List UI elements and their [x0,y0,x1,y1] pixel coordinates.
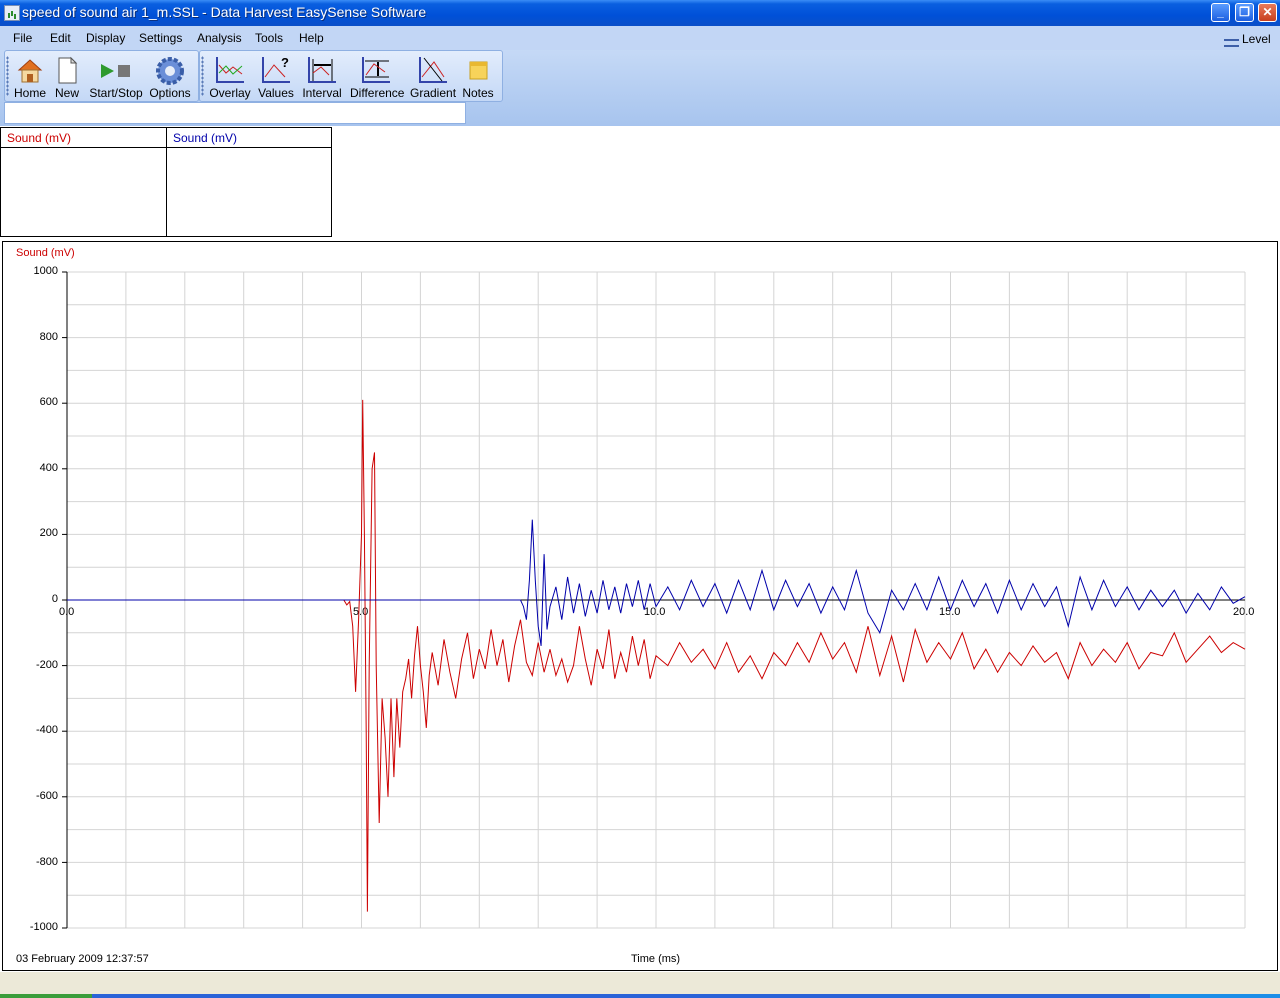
start-stop-icon [101,64,130,78]
home-button[interactable]: Home [11,52,49,100]
menu-edit[interactable]: Edit [50,31,71,45]
menu-help[interactable]: Help [299,31,324,45]
gradient-label: Gradient [410,86,457,100]
options-button[interactable]: Options [149,52,191,100]
close-icon: ✕ [1262,5,1273,19]
meter-label: Sound (mV) [7,131,72,145]
home-label: Home [13,86,46,100]
y-tick-label: -200 [35,659,58,671]
meter-header: Sound (mV) [1,128,166,148]
notes-label: Notes [462,86,494,100]
gear-icon [156,57,184,85]
new-button[interactable]: New [52,52,82,100]
values-label: Values [258,86,294,100]
start-stop-button[interactable]: Start/Stop [88,52,144,100]
overlay-label: Overlay [209,86,251,100]
toolstrip-grip[interactable] [6,56,9,96]
home-icon [17,59,43,83]
start-stop-label: Start/Stop [89,86,143,100]
overlay-icon [216,57,244,83]
y-tick-label: -400 [35,724,58,736]
svg-text:?: ? [281,55,289,70]
meter-label: Sound (mV) [173,131,238,145]
notes-button[interactable]: Notes [461,52,495,100]
y-tick-label: -1000 [29,921,58,933]
minimize-icon: _ [1217,5,1224,19]
values-button[interactable]: ? Values [257,52,295,100]
y-tick-label: 0 [51,593,58,605]
address-bar[interactable] [4,102,466,124]
menu-analysis[interactable]: Analysis [197,31,242,45]
menu-tools[interactable]: Tools [255,31,283,45]
difference-button[interactable]: Difference [350,52,405,100]
x-tick-label: 5.0 [353,606,369,618]
interval-label: Interval [302,86,342,100]
menu-display[interactable]: Display [86,31,125,45]
app-icon [4,5,20,21]
gradient-button[interactable]: Gradient [410,52,456,100]
menu-file[interactable]: File [13,31,32,45]
meter-header: Sound (mV) [167,128,331,148]
window-title: speed of sound air 1_m.SSL - Data Harves… [22,4,427,20]
title-bar: speed of sound air 1_m.SSL - Data Harves… [0,0,1280,26]
level-grip-icon[interactable] [1224,39,1239,47]
graph-panel[interactable] [2,241,1278,971]
gradient-icon [419,57,447,83]
taskbar-edge [0,994,1280,998]
x-tick-label: 15.0 [939,606,961,618]
difference-label: Difference [350,86,405,100]
values-icon: ? [262,55,290,83]
meter-sound-1: Sound (mV) [0,127,167,237]
y-tick-label: 600 [39,396,58,408]
y-tick-label: 1000 [33,265,58,277]
y-tick-label: 800 [39,331,58,343]
meter-sound-2: Sound (mV) [166,127,332,237]
y-tick-label: 400 [39,462,58,474]
x-tick-label: 20.0 [1233,606,1255,618]
interval-icon [308,57,336,83]
restore-icon: ❐ [1239,5,1250,19]
menu-settings[interactable]: Settings [139,31,182,45]
new-document-icon [58,56,78,84]
x-tick-label: 10.0 [644,606,666,618]
interval-button[interactable]: Interval [300,52,344,100]
restore-button[interactable]: ❐ [1235,3,1254,22]
overlay-button[interactable]: Overlay [209,52,251,100]
new-label: New [54,86,79,100]
minimize-button[interactable]: _ [1211,3,1230,22]
notes-icon [469,61,488,80]
y-tick-label: -800 [35,856,58,868]
y-tick-label: -600 [35,790,58,802]
toolstrip-grip[interactable] [201,56,204,96]
timestamp: 03 February 2009 12:37:57 [16,953,149,965]
level-label[interactable]: Level [1242,32,1271,46]
menu-bar: File Edit Display Settings Analysis Tool… [0,26,1280,50]
y-tick-label: 200 [39,527,58,539]
options-label: Options [149,86,191,100]
x-axis-title: Time (ms) [631,953,681,965]
difference-icon [362,57,390,83]
y-axis-title: Sound (mV) [16,247,75,259]
close-button[interactable]: ✕ [1258,3,1277,22]
x-tick-label: 0.0 [59,606,75,618]
